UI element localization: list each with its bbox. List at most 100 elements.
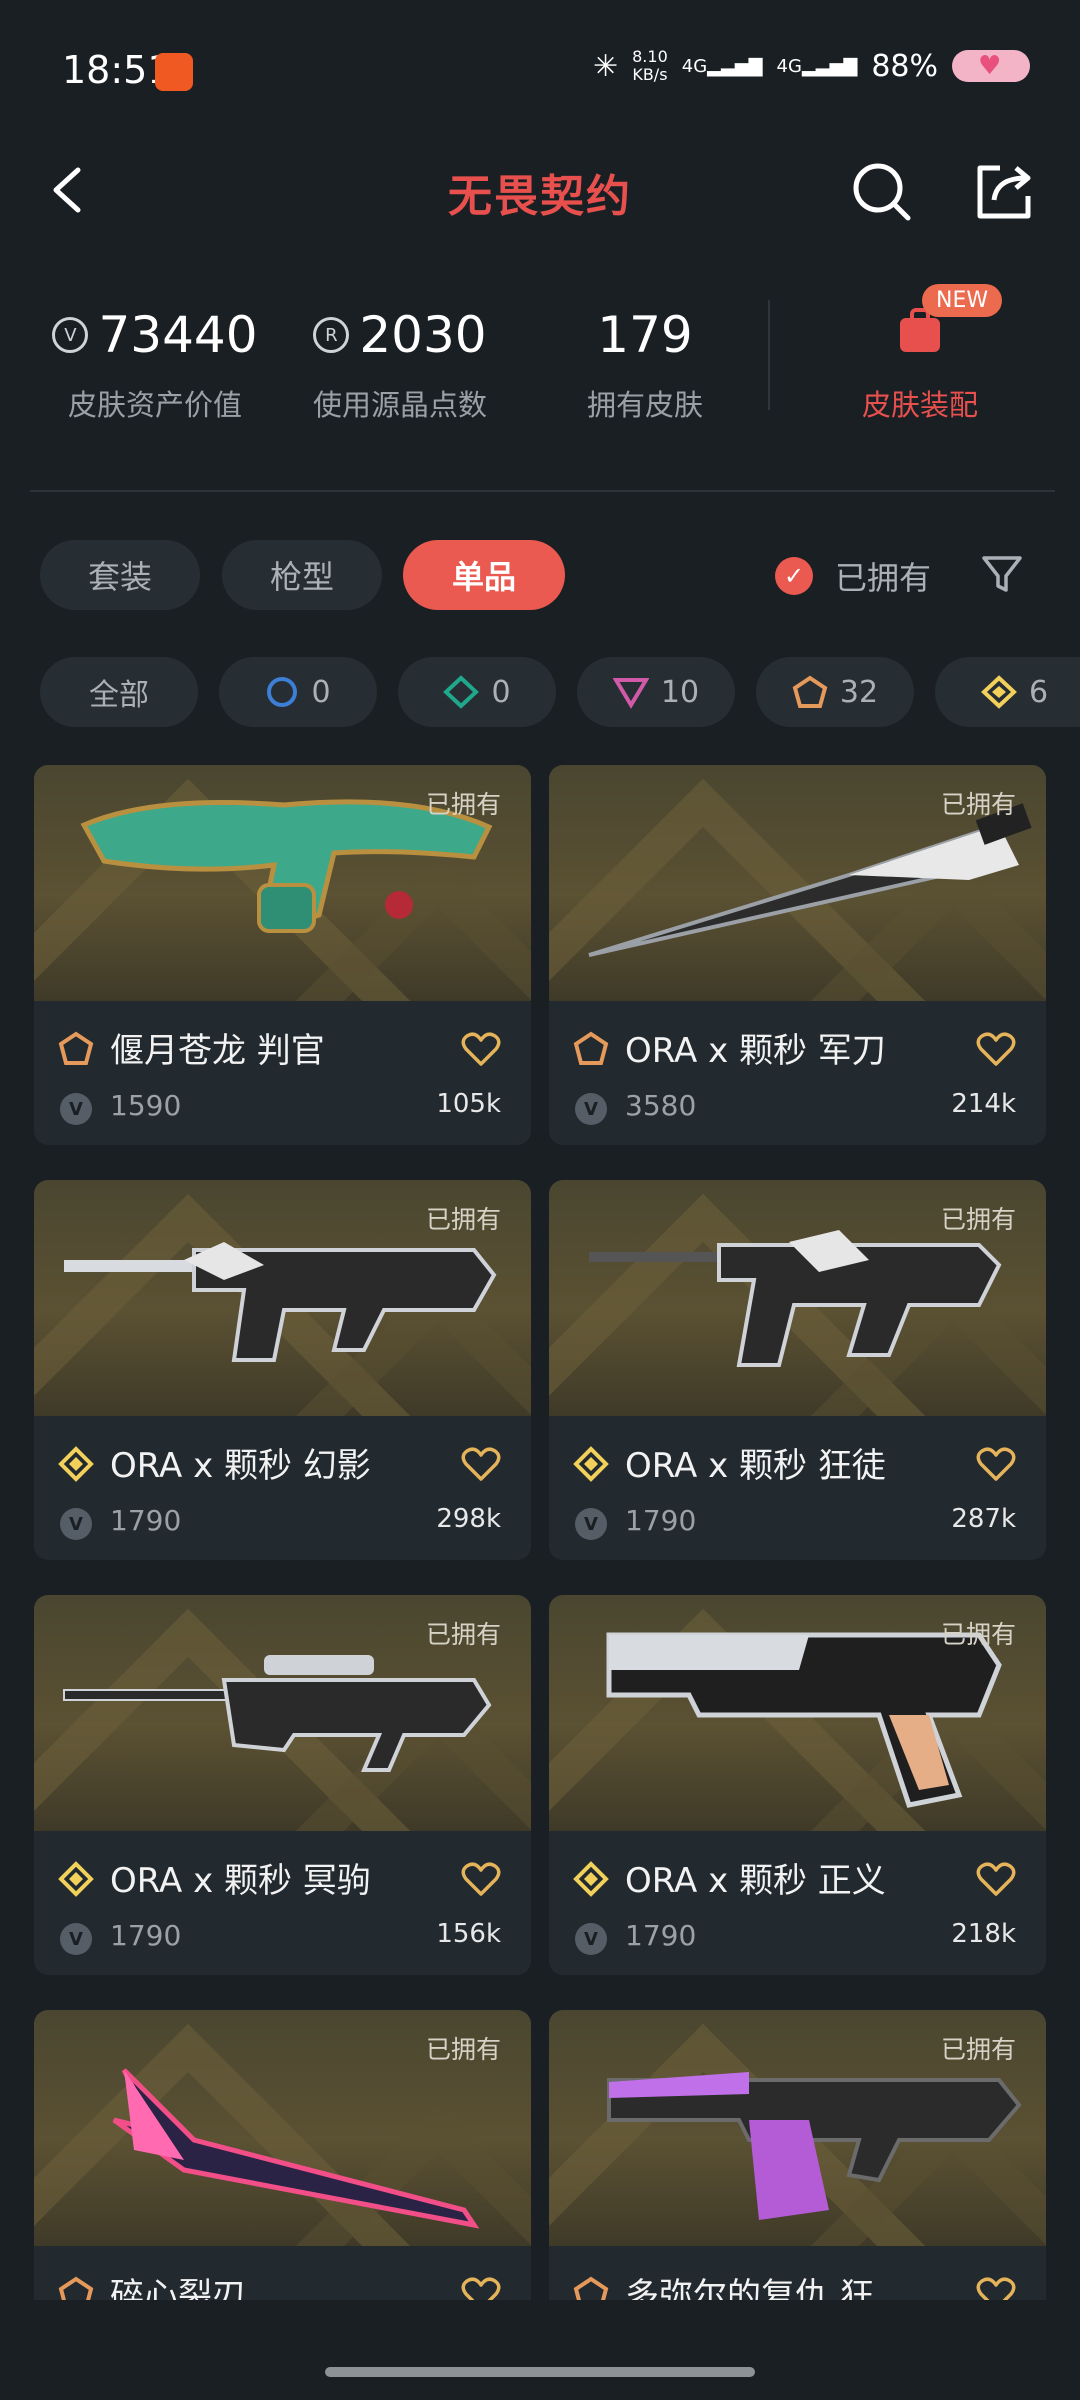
skin-info: ORA x 颗秒 正义 V 1790 218k (549, 1831, 1046, 1975)
deluxe-tier-icon (443, 675, 480, 709)
signal-bars-icon: ▂▃▅▇ (801, 55, 858, 77)
battery-icon (952, 50, 1030, 82)
exclusive-tier-icon (58, 1031, 94, 1065)
vp-coin-icon: V (60, 1508, 92, 1540)
skin-info: ORA x 颗秒 军刀 V 3580 214k (549, 1001, 1046, 1145)
skin-card[interactable]: 已拥有偃月苍龙 判官 V 1590 105k (34, 765, 531, 1145)
skin-price: 3580 (625, 1089, 697, 1122)
heart-icon[interactable] (461, 1031, 501, 1067)
premium-tier-icon (612, 678, 649, 709)
chip-count: 0 (311, 674, 331, 710)
chip-ultra-tier[interactable]: 6 (935, 657, 1080, 727)
skin-price: 1590 (110, 1089, 182, 1122)
vp-coin-icon: V (52, 317, 89, 353)
chip-count: 32 (839, 674, 879, 710)
skin-name: ORA x 颗秒 正义 (625, 1861, 886, 1901)
skin-name: ORA x 颗秒 狂徒 (625, 1446, 886, 1486)
stat-label: 拥有皮肤 (586, 388, 703, 422)
chip-exclusive-tier[interactable]: 32 (756, 657, 914, 727)
heart-icon[interactable] (461, 1861, 501, 1897)
stat-value: 179 (597, 306, 693, 364)
top-nav: 无畏契约 (0, 140, 1080, 240)
search-button[interactable] (850, 160, 914, 224)
tier-icon (58, 1446, 94, 1482)
share-button[interactable] (972, 160, 1036, 224)
status-right: ✳ 8.10 KB/s 4G▂▃▅▇ 4G▂▃▅▇ 88% (593, 48, 1030, 84)
tier-icon (573, 1861, 609, 1897)
owned-tag: 已拥有 (940, 790, 1016, 819)
skin-price: 1790 (625, 1504, 697, 1537)
heart-icon[interactable] (976, 1861, 1016, 1897)
select-tier-icon (267, 677, 298, 707)
vp-coin-icon: V (575, 1923, 607, 1955)
chip-count: 10 (660, 674, 700, 710)
ultra-tier-icon (981, 675, 1017, 709)
net-speed: 8.10 KB/s (632, 47, 668, 84)
tab-sets[interactable]: 套装 (40, 540, 200, 610)
skin-card[interactable]: 已拥有 ORA x 颗秒 正义 V 1790 218k (549, 1595, 1046, 1975)
stat-owned-skins: 179 拥有皮肤 (545, 300, 745, 424)
skin-price: 1790 (625, 1919, 697, 1952)
ultra-tier-icon (573, 1446, 609, 1482)
battery-percent: 88% (871, 48, 938, 84)
notification-app-icon (155, 53, 193, 91)
skin-card[interactable]: 已拥有 ORA x 颗秒 狂徒 V 1790 287k (549, 1180, 1046, 1560)
signal-bars-icon: ▂▃▅▇ (707, 55, 763, 77)
filter-button[interactable] (980, 552, 1024, 596)
owned-tag: 已拥有 (425, 1205, 501, 1234)
stat-value: 2030 (359, 306, 487, 364)
skin-likes: 156k (436, 1919, 501, 1949)
tab-weapon-type[interactable]: 枪型 (222, 540, 382, 610)
skin-likes: 105k (436, 1089, 501, 1119)
tier-icon (58, 1861, 94, 1897)
skin-card[interactable]: 已拥有 ORA x 颗秒 军刀 V 3580 214k (549, 765, 1046, 1145)
owned-tag: 已拥有 (940, 1205, 1016, 1234)
owned-filter-label: 已拥有 (835, 559, 932, 597)
search-icon (853, 163, 911, 221)
skin-name: ORA x 颗秒 冥驹 (110, 1861, 371, 1901)
dress-label: 皮肤装配 (861, 388, 978, 422)
chip-all[interactable]: 全部 (40, 657, 198, 727)
stat-label: 使用源晶点数 (312, 388, 487, 422)
vp-coin-icon: V (60, 1093, 92, 1125)
tier-icon (573, 1446, 609, 1482)
divider (30, 490, 1055, 492)
owned-filter-toggle[interactable]: ✓ 已拥有 (775, 553, 931, 599)
share-icon (977, 165, 1031, 219)
bottom-area (0, 2300, 1080, 2400)
stats-divider (768, 300, 770, 410)
ultra-tier-icon (573, 1861, 609, 1897)
skin-likes: 298k (436, 1504, 501, 1534)
skin-card[interactable]: 已拥有 ORA x 颗秒 幻影 V 1790 298k (34, 1180, 531, 1560)
exclusive-tier-icon (573, 1031, 609, 1065)
heart-icon[interactable] (976, 1031, 1016, 1067)
home-indicator[interactable] (325, 2367, 755, 2377)
signal-4g-1: 4G▂▃▅▇ (681, 55, 763, 77)
skin-card[interactable]: 已拥有 ORA x 颗秒 冥驹 V 1790 156k (34, 1595, 531, 1975)
skin-info: ORA x 颗秒 冥驹 V 1790 156k (34, 1831, 531, 1975)
skin-name: ORA x 颗秒 军刀 (625, 1031, 886, 1071)
radianite-icon: R (313, 317, 350, 353)
ultra-tier-icon (58, 1861, 94, 1897)
chip-label: 全部 (89, 678, 149, 713)
chip-deluxe-tier[interactable]: 0 (398, 657, 556, 727)
heart-icon[interactable] (461, 1446, 501, 1482)
owned-tag: 已拥有 (940, 2035, 1016, 2064)
heart-icon[interactable] (976, 1446, 1016, 1482)
skin-likes: 287k (951, 1504, 1016, 1534)
skin-info: 偃月苍龙 判官 V 1590 105k (34, 1001, 531, 1145)
tab-items[interactable]: 单品 (403, 540, 565, 610)
skin-name: 偃月苍龙 判官 (110, 1031, 325, 1071)
skin-name: ORA x 颗秒 幻影 (110, 1446, 371, 1486)
tier-icon (58, 1031, 94, 1067)
stat-radianite: R 2030 使用源晶点数 (290, 300, 510, 424)
owned-tag: 已拥有 (425, 790, 501, 819)
bluetooth-icon: ✳ (592, 48, 619, 84)
chip-premium-tier[interactable]: 10 (577, 657, 735, 727)
exclusive-tier-icon (792, 675, 828, 708)
skin-dress-button[interactable]: 皮肤装配 (820, 300, 1020, 424)
owned-tag: 已拥有 (940, 1620, 1016, 1649)
chip-count: 0 (491, 674, 511, 710)
chip-select-tier[interactable]: 0 (219, 657, 377, 727)
skin-likes: 214k (951, 1089, 1016, 1119)
